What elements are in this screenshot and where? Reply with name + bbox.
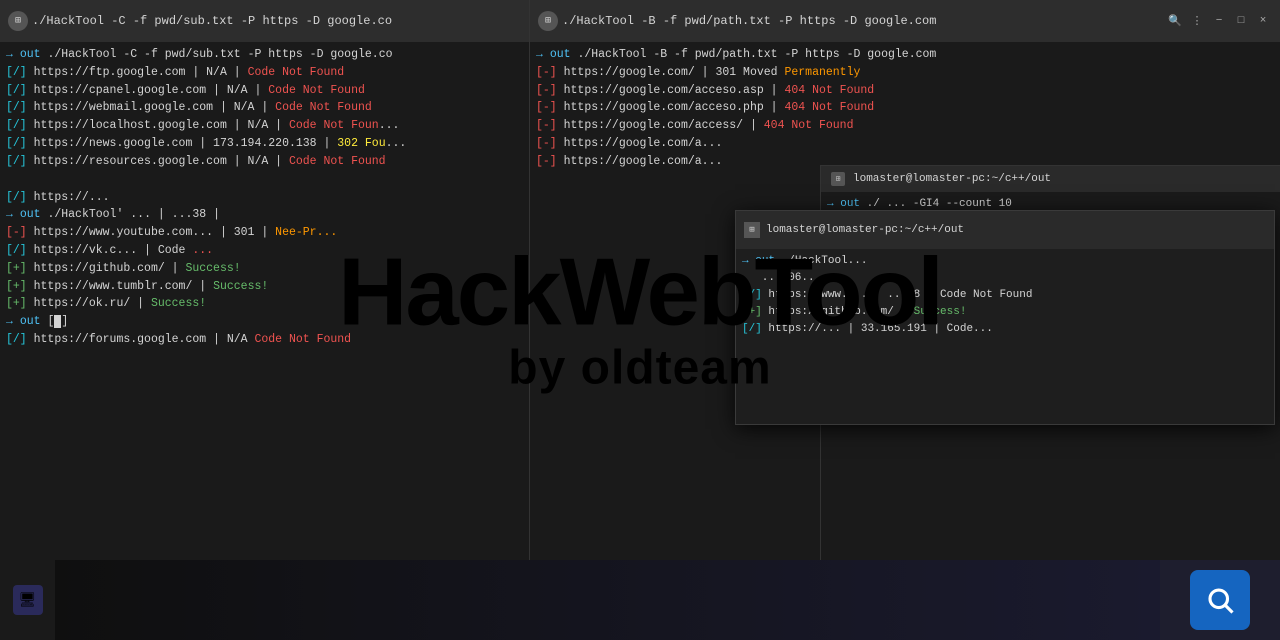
line-7: [/] https://resources.google.com | N/A |… <box>6 153 523 171</box>
line-14: [+] https://ok.ru/ | Success! <box>6 295 523 313</box>
r-line-4: [-] https://google.com/acceso.php | 404 … <box>536 99 1274 117</box>
close-button[interactable]: × <box>1254 12 1272 30</box>
r-line-3: [-] https://google.com/acceso.asp | 404 … <box>536 82 1274 100</box>
r-line-6: [-] https://google.com/a... <box>536 135 1274 153</box>
right-tab-icon: ⊞ <box>538 11 558 31</box>
left-tab-title: ./HackTool -C -f pwd/sub.txt -P https -D… <box>32 14 517 28</box>
line-5: [/] https://localhost.google.com | N/A |… <box>6 117 523 135</box>
line-13: [+] https://www.tumblr.com/ | Success! <box>6 278 523 296</box>
r-line-1: → out ./HackTool -B -f pwd/path.txt -P h… <box>536 46 1274 64</box>
line-10: [-] https://www.youtube.com... | 301 | N… <box>6 224 523 242</box>
overlay-tab-title: lomaster@lomaster-pc:~/c++/out <box>766 224 1266 236</box>
line-12: [+] https://github.com/ | Success! <box>6 260 523 278</box>
line-3: [/] https://cpanel.google.com | N/A | Co… <box>6 82 523 100</box>
line-1: → out ./HackTool -C -f pwd/sub.txt -P ht… <box>6 46 523 64</box>
info-panel-title: lomaster@lomaster-pc:~/c++/out <box>853 173 1051 185</box>
overlay-tab-icon: ⊞ <box>744 222 760 238</box>
maximize-button[interactable]: □ <box>1232 12 1250 30</box>
search-icon-box[interactable] <box>1190 570 1250 630</box>
info-panel-icon: ⊞ <box>831 172 845 186</box>
right-tab-title: ./HackTool -B -f pwd/path.txt -P https -… <box>562 14 1162 28</box>
minimize-button[interactable]: − <box>1210 12 1228 30</box>
left-terminal-content: → out ./HackTool -C -f pwd/sub.txt -P ht… <box>0 42 529 640</box>
terminal-right[interactable]: ⊞ ./HackTool -B -f pwd/path.txt -P https… <box>530 0 1280 640</box>
line-15: → out [] <box>6 313 523 331</box>
right-tab-bar: ⊞ ./HackTool -B -f pwd/path.txt -P https… <box>530 0 1280 42</box>
menu-button[interactable]: ⋮ <box>1188 12 1206 30</box>
line-2: [/] https://ftp.google.com | N/A | Code … <box>6 64 523 82</box>
right-info-title-bar: ⊞ lomaster@lomaster-pc:~/c++/out <box>821 166 1280 192</box>
terminal-left[interactable]: ⊞ ./HackTool -C -f pwd/sub.txt -P https … <box>0 0 530 640</box>
r-line-5: [-] https://google.com/access/ | 404 Not… <box>536 117 1274 135</box>
ov-line-4: [+] https://github.com/ | Success! <box>742 304 1268 321</box>
ov-line-3: [/] https://www.... | ...38 | Code Not F… <box>742 287 1268 304</box>
right-tab-controls[interactable]: 🔍 ⋮ − □ × <box>1166 12 1272 30</box>
bottom-center-panel <box>55 560 1160 640</box>
bottom-left-panel: 🖥 <box>0 560 55 640</box>
line-4: [/] https://webmail.google.com | N/A | C… <box>6 99 523 117</box>
overlay-tab-bar: ⊞ lomaster@lomaster-pc:~/c++/out <box>736 211 1274 249</box>
ov-line-1: → out ./HackTool... <box>742 253 1268 270</box>
overlay-content: → out ./HackTool... ...306.... [/] https… <box>736 249 1274 424</box>
bottom-right-panel <box>1160 560 1280 640</box>
line-9: → out ./HackTool' ... | ...38 | <box>6 206 523 224</box>
ov-line-5: [/] https://... | 33.165.191 | Code... <box>742 321 1268 338</box>
taskbar-icon-1[interactable]: 🖥 <box>13 585 43 615</box>
line-8: [/] https://... <box>6 189 523 207</box>
left-tab-bar: ⊞ ./HackTool -C -f pwd/sub.txt -P https … <box>0 0 529 42</box>
line-blank <box>6 171 523 189</box>
r-line-2: [-] https://google.com/ | 301 Moved Perm… <box>536 64 1274 82</box>
line-16: [/] https://forums.google.com | N/A Code… <box>6 331 523 349</box>
overlay-window[interactable]: ⊞ lomaster@lomaster-pc:~/c++/out → out .… <box>735 210 1275 425</box>
line-6: [/] https://news.google.com | 173.194.22… <box>6 135 523 153</box>
line-17 <box>6 349 523 367</box>
bottom-bar: 🖥 <box>0 560 1280 640</box>
left-tab-icon: ⊞ <box>8 11 28 31</box>
search-button[interactable]: 🔍 <box>1166 12 1184 30</box>
line-11: [/] https://vk.c... | Code ... <box>6 242 523 260</box>
ov-line-2: ...306.... <box>742 270 1268 287</box>
